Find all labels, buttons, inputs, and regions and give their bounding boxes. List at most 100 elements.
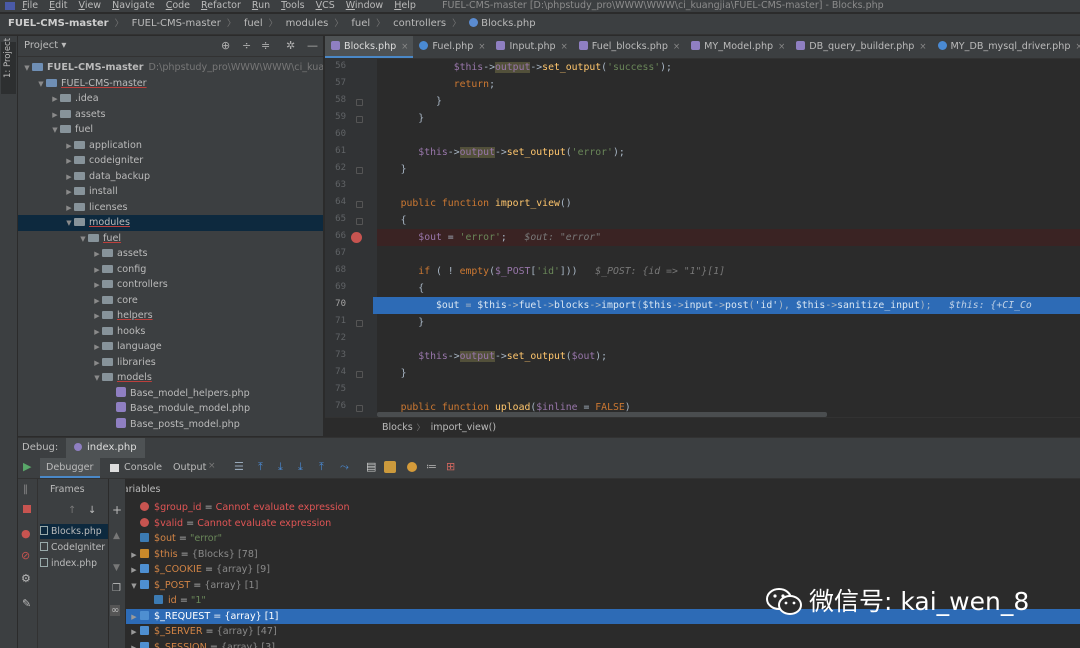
- chevron-down-icon[interactable]: ▼: [64, 216, 74, 232]
- chevron-right-icon[interactable]: ▶: [92, 309, 102, 325]
- editor-tab[interactable]: Blocks.php ×: [325, 36, 414, 58]
- resume-icon[interactable]: ▶: [23, 460, 33, 473]
- code-line[interactable]: public function import_view(): [377, 195, 1080, 212]
- fold-marker-icon[interactable]: [356, 99, 363, 106]
- variable-row[interactable]: ▶ $_SESSION = {array} [3]: [126, 640, 1080, 648]
- hide-panel-icon[interactable]: —: [307, 39, 318, 52]
- code-line[interactable]: if ( ! empty($_POST['id'])) $_POST: {id …: [377, 263, 1080, 280]
- breadcrumb-item[interactable]: FUEL-CMS-master: [124, 14, 221, 34]
- project-tool-button[interactable]: 1: Project: [1, 38, 16, 94]
- editor-breadcrumb-item[interactable]: Blocks: [382, 422, 413, 433]
- fold-marker-icon[interactable]: [356, 116, 363, 123]
- editor-tab[interactable]: Input.php ×: [490, 36, 572, 58]
- chevron-right-icon[interactable]: ▶: [64, 139, 74, 155]
- frame-item[interactable]: CodeIgniter: [40, 540, 108, 555]
- chevron-right-icon[interactable]: ▶: [92, 294, 102, 310]
- execution-line[interactable]: $out = $this->fuel->blocks->import($this…: [377, 297, 1080, 314]
- variable-row[interactable]: ▶ $_COOKIE = {array} [9]: [126, 562, 1080, 578]
- menu-lines-icon[interactable]: ☰: [234, 460, 244, 473]
- list-icon[interactable]: ≔: [426, 460, 437, 473]
- breakpoints-icon[interactable]: ●: [21, 527, 31, 540]
- tree-folder[interactable]: ▼ FUEL-CMS-master D:\phpstudy_pro\WWW\WWW\…: [18, 60, 323, 76]
- code-line[interactable]: return;: [377, 76, 1080, 93]
- close-icon[interactable]: ×: [401, 42, 408, 52]
- menu-item-view[interactable]: View: [79, 0, 102, 11]
- tree-folder[interactable]: ▼ modules: [18, 215, 323, 231]
- frame-up-icon[interactable]: ↑: [68, 505, 76, 516]
- tree-folder[interactable]: ▼ fuel: [18, 231, 323, 247]
- chevron-right-icon[interactable]: ▶: [128, 610, 140, 626]
- code-line[interactable]: [377, 331, 1080, 348]
- tree-folder[interactable]: ▶ hooks: [18, 324, 323, 340]
- add-watch-icon[interactable]: +: [112, 503, 122, 517]
- chevron-right-icon[interactable]: ▶: [128, 641, 140, 648]
- collapse-all-icon[interactable]: ≑: [261, 39, 270, 52]
- evaluate-expression-icon[interactable]: ▤: [366, 460, 376, 473]
- tree-folder[interactable]: ▶ core: [18, 293, 323, 309]
- chevron-right-icon[interactable]: ▶: [128, 625, 140, 641]
- close-icon[interactable]: ×: [919, 42, 926, 52]
- code-line[interactable]: $out = 'error'; $out: "error": [377, 229, 1080, 246]
- tab-debugger[interactable]: Debugger: [40, 458, 100, 478]
- editor-gutter[interactable]: 56 57 58 59 60 61 62 63 64 65 66 67 68 69 70 71 72 73 74 75…: [325, 59, 377, 417]
- code-line[interactable]: $this->output->set_output('success');: [377, 59, 1080, 76]
- chevron-right-icon[interactable]: ▶: [92, 247, 102, 263]
- menu-item-help[interactable]: Help: [394, 0, 416, 11]
- scroll-down-icon[interactable]: ▼: [113, 563, 120, 573]
- frame-item[interactable]: Blocks.php: [40, 524, 108, 539]
- editor-tab[interactable]: Fuel_blocks.php ×: [573, 36, 685, 58]
- chevron-down-icon[interactable]: ▼: [92, 371, 102, 387]
- code-line[interactable]: {: [377, 280, 1080, 297]
- menu-item-navigate[interactable]: Navigate: [112, 0, 155, 11]
- pin-icon[interactable]: ✎: [22, 597, 31, 610]
- code-editor[interactable]: $this->output->set_output('success'); re…: [377, 59, 1080, 417]
- chevron-right-icon[interactable]: ▶: [64, 185, 74, 201]
- tree-folder[interactable]: ▶ data_backup: [18, 169, 323, 185]
- code-line[interactable]: [377, 246, 1080, 263]
- code-line[interactable]: [377, 127, 1080, 144]
- fold-marker-icon[interactable]: [356, 218, 363, 225]
- close-icon[interactable]: ×: [673, 42, 680, 52]
- variable-row[interactable]: ▶ $_SERVER = {array} [47]: [126, 624, 1080, 640]
- code-line[interactable]: [377, 178, 1080, 195]
- chevron-right-icon[interactable]: ▶: [92, 263, 102, 279]
- debug-session-tab[interactable]: index.php: [66, 438, 145, 458]
- mute-breakpoints-icon[interactable]: [407, 462, 417, 472]
- fold-marker-icon[interactable]: [356, 371, 363, 378]
- chevron-down-icon[interactable]: ▼: [50, 123, 60, 139]
- code-line[interactable]: $this->output->set_output('error');: [377, 144, 1080, 161]
- tree-folder[interactable]: ▶ language: [18, 339, 323, 355]
- chevron-down-icon[interactable]: ▼: [36, 77, 46, 93]
- breadcrumb-item[interactable]: FUEL-CMS-master: [0, 14, 109, 34]
- code-line[interactable]: }: [377, 93, 1080, 110]
- infinity-icon[interactable]: ∞: [110, 605, 121, 616]
- menu-item-window[interactable]: Window: [346, 0, 383, 11]
- chevron-right-icon[interactable]: ▶: [92, 278, 102, 294]
- step-into-icon[interactable]: ⤓: [298, 460, 308, 473]
- chevron-right-icon[interactable]: ▶: [64, 154, 74, 170]
- step-out-icon[interactable]: ⤒: [319, 460, 329, 473]
- fold-marker-icon[interactable]: [356, 167, 363, 174]
- tree-folder[interactable]: ▶ codeigniter: [18, 153, 323, 169]
- menu-item-tools[interactable]: Tools: [281, 0, 304, 11]
- menu-item-refactor[interactable]: Refactor: [201, 0, 241, 11]
- pause-icon[interactable]: ‖: [23, 484, 28, 495]
- tree-file[interactable]: Base_posts_model.php: [18, 417, 323, 433]
- tree-folder[interactable]: ▶ config: [18, 262, 323, 278]
- fold-marker-icon[interactable]: [356, 405, 363, 412]
- chevron-right-icon[interactable]: ▶: [64, 170, 74, 186]
- menu-item-run[interactable]: Run: [252, 0, 270, 11]
- tree-folder[interactable]: ▼ FUEL-CMS-master: [18, 76, 323, 92]
- menu-item-vcs[interactable]: VCS: [316, 0, 335, 11]
- fold-marker-icon[interactable]: [356, 201, 363, 208]
- editor-tab[interactable]: MY_DB_mysql_driver.php ×: [932, 36, 1080, 58]
- tab-output[interactable]: Output: [173, 458, 206, 478]
- variable-row[interactable]: $out = "error": [126, 531, 1080, 547]
- code-line[interactable]: }: [377, 161, 1080, 178]
- close-icon[interactable]: ×: [1075, 42, 1080, 52]
- breadcrumb-item[interactable]: controllers: [385, 14, 446, 34]
- variable-row[interactable]: $group_id = Cannot evaluate expression: [126, 500, 1080, 516]
- menu-item-edit[interactable]: Edit: [49, 0, 67, 11]
- editor-tab[interactable]: MY_Model.php ×: [685, 36, 790, 58]
- run-to-cursor-icon[interactable]: ⤳: [340, 460, 350, 473]
